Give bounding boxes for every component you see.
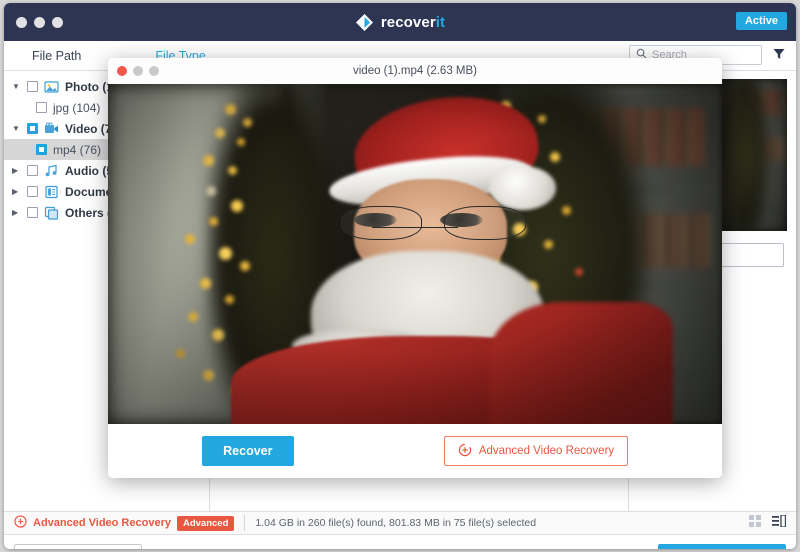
diamond-logo-icon [355, 13, 374, 32]
video-preview-modal: video (1).mp4 (2.63 MB) Recover Advanced… [108, 58, 722, 478]
others-icon [44, 206, 59, 220]
advanced-recovery-icon [458, 443, 472, 460]
checkbox-others[interactable] [27, 207, 38, 218]
checkbox-photo[interactable] [27, 81, 38, 92]
recover-button[interactable]: Recover [658, 544, 786, 549]
video-player-preview[interactable] [108, 84, 722, 424]
modal-advanced-video-recovery-button[interactable]: Advanced Video Recovery [443, 436, 629, 466]
brand-logo: recoverit [4, 3, 796, 41]
modal-title-bar: video (1).mp4 (2.63 MB) [108, 58, 722, 84]
checkbox-mp4[interactable] [36, 144, 47, 155]
advanced-link-label: Advanced Video Recovery [33, 517, 171, 529]
window-maximize-button[interactable] [52, 16, 63, 28]
back-button[interactable]: Back [14, 544, 142, 549]
window-minimize-button[interactable] [34, 16, 45, 28]
grid-view-icon[interactable] [749, 514, 762, 532]
status-summary: 1.04 GB in 260 file(s) found, 801.83 MB … [255, 517, 537, 529]
chevron-down-icon[interactable] [12, 83, 21, 91]
filter-funnel-icon[interactable] [772, 47, 786, 66]
modal-title: video (1).mp4 (2.63 MB) [353, 65, 477, 77]
video-scene [108, 84, 722, 424]
modal-action-bar: Recover Advanced Video Recovery [108, 424, 722, 478]
chevron-right-icon[interactable] [12, 167, 21, 175]
checkbox-video[interactable] [27, 123, 38, 134]
list-view-icon[interactable] [772, 514, 787, 532]
advanced-video-recovery-link[interactable]: Advanced Video Recovery Advanced [4, 515, 235, 531]
window-traffic-lights[interactable] [4, 16, 63, 28]
modal-advanced-label: Advanced Video Recovery [478, 445, 615, 457]
advanced-tag: Advanced [176, 515, 235, 531]
footer-bar: Back Recover [4, 535, 796, 549]
tab-file-path[interactable]: File Path [18, 41, 95, 71]
view-toggle-group [749, 514, 787, 532]
document-icon [44, 185, 59, 199]
chevron-right-icon[interactable] [12, 188, 21, 196]
chevron-right-icon[interactable] [12, 209, 21, 217]
checkbox-jpg[interactable] [36, 102, 47, 113]
tree-item-label: mp4 (76) [53, 142, 102, 157]
advanced-recovery-icon [14, 515, 27, 531]
modal-recover-button[interactable]: Recover [201, 436, 294, 466]
vignette-overlay [108, 84, 722, 424]
application-window: recoverit Active File Path File Type Sea… [4, 3, 796, 549]
chevron-down-icon[interactable] [12, 125, 21, 133]
checkbox-audio[interactable] [27, 165, 38, 176]
video-icon [44, 122, 59, 136]
tree-item-label: jpg (104) [53, 100, 101, 115]
window-close-button[interactable] [16, 16, 27, 28]
checkbox-document[interactable] [27, 186, 38, 197]
photo-icon [44, 80, 59, 94]
title-bar: recoverit Active [4, 3, 796, 41]
status-bar: Advanced Video Recovery Advanced 1.04 GB… [4, 511, 796, 535]
audio-icon [44, 164, 59, 178]
brand-name: recoverit [380, 13, 446, 31]
status-badge[interactable]: Active [735, 12, 787, 30]
divider [244, 515, 246, 531]
